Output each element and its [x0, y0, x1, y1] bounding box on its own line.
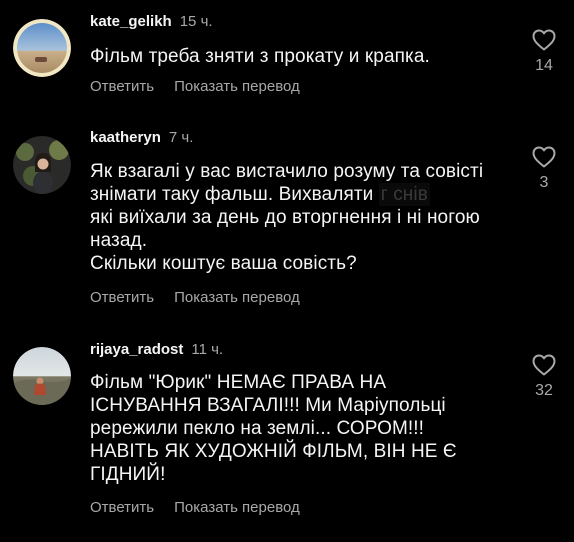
avatar-landscape-photo-icon — [13, 19, 71, 77]
reply-button[interactable]: Ответить — [90, 499, 154, 516]
comment-text-fragment: знімати таку фальш. Вихваляти — [90, 184, 379, 205]
comment-text-line: знімати таку фальш. Вихваляти г снів — [90, 183, 530, 206]
heart-outline-icon[interactable] — [532, 29, 556, 51]
avatar[interactable] — [13, 19, 71, 77]
comment-actions: Ответить Показать перевод — [90, 78, 300, 96]
comment-text-line: Скільки коштує ваша совість? — [90, 253, 357, 274]
like-control: 14 — [524, 29, 564, 75]
reply-button[interactable]: Ответить — [90, 289, 154, 306]
comment-text-line: які виїхали за день до вторгнення і ні н… — [90, 207, 480, 228]
translate-button[interactable]: Показать перевод — [174, 499, 300, 516]
comment-text-line: назад. — [90, 230, 148, 251]
like-control: 3 — [524, 146, 564, 192]
comment-actions: Ответить Показать перевод — [90, 499, 300, 517]
heart-outline-icon[interactable] — [532, 146, 556, 168]
comment-text: Фільм "Юрик" НЕМАЄ ПРАВА НА ІСНУВАННЯ ВЗ… — [90, 372, 457, 485]
timestamp: 11 ч. — [191, 341, 224, 358]
comment-meta: rijaya_radost 11 ч. — [90, 341, 223, 359]
username[interactable]: rijaya_radost — [90, 341, 183, 358]
heart-outline-icon[interactable] — [532, 354, 556, 376]
redacted-text: г снів — [378, 183, 430, 206]
reply-button[interactable]: Ответить — [90, 78, 154, 95]
comment-text: Як взагалі у вас вистачило розуму та сов… — [90, 160, 530, 275]
comment-text-line: Як взагалі у вас вистачило розуму та сов… — [90, 161, 484, 182]
avatar-person-photo-icon — [13, 136, 71, 194]
like-count: 32 — [535, 382, 553, 399]
username[interactable]: kate_gelikh — [90, 13, 172, 30]
timestamp: 7 ч. — [168, 129, 194, 146]
like-count: 3 — [539, 174, 549, 191]
username[interactable]: kaatheryn — [90, 129, 161, 146]
translate-button[interactable]: Показать перевод — [174, 289, 300, 306]
avatar-outdoor-photo-icon — [13, 347, 71, 405]
timestamp: 15 ч. — [179, 13, 213, 30]
comment-meta: kaatheryn 7 ч. — [90, 129, 193, 147]
avatar[interactable] — [13, 136, 71, 194]
avatar[interactable] — [13, 347, 71, 405]
comment-meta: kate_gelikh 15 ч. — [90, 13, 213, 31]
comment-actions: Ответить Показать перевод — [90, 289, 300, 307]
translate-button[interactable]: Показать перевод — [174, 78, 300, 95]
like-control: 32 — [524, 354, 564, 400]
comment-text: Фільм треба зняти з прокату и крапка. — [90, 46, 430, 67]
like-count: 14 — [535, 57, 553, 74]
